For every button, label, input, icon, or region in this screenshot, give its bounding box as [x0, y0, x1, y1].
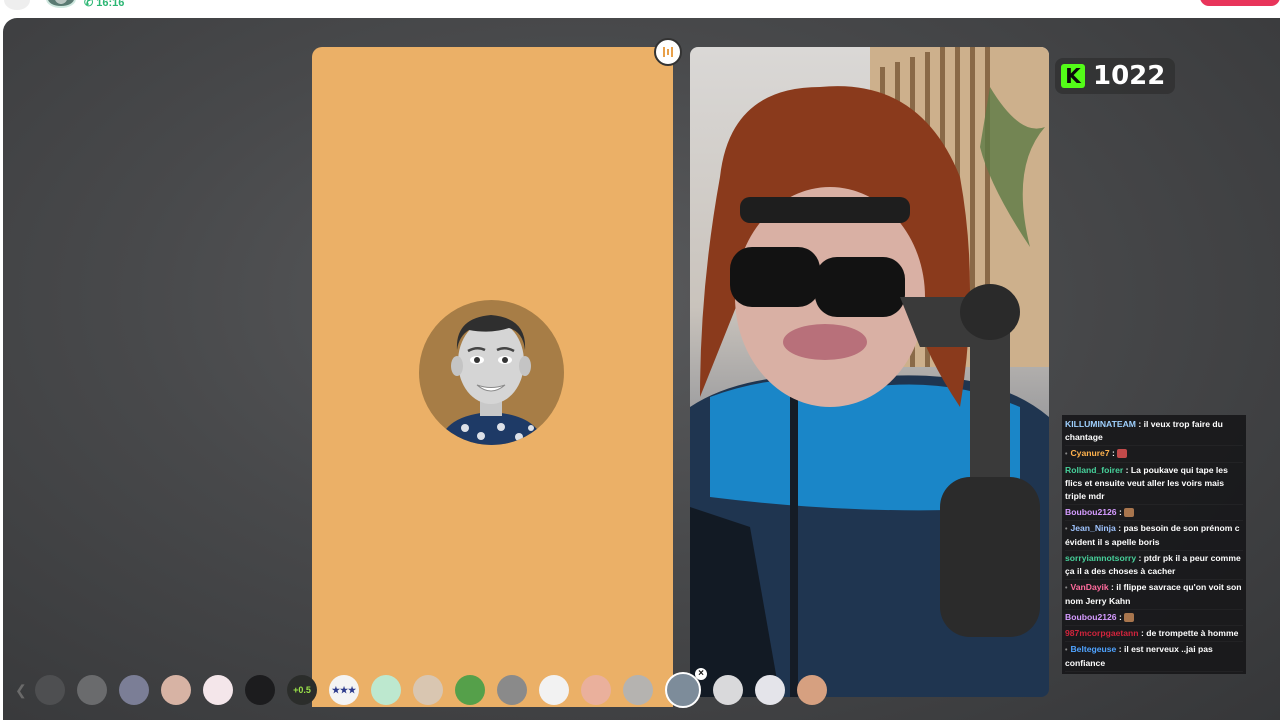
face-filter-17[interactable]	[713, 675, 743, 705]
phone-icon: ✆	[84, 0, 94, 9]
viewer-count: 1022	[1093, 61, 1166, 91]
back-button[interactable]	[4, 0, 30, 10]
face-filter-11[interactable]	[455, 675, 485, 705]
face-filter-6[interactable]	[245, 675, 275, 705]
kick-logo-icon: K	[1061, 64, 1085, 88]
face-filter-1[interactable]	[35, 675, 65, 705]
chat-message: KILLUMINATEAM : il veux trop faire du ch…	[1065, 417, 1243, 446]
face-filter-10[interactable]	[413, 675, 443, 705]
emote-sticker-icon	[1116, 449, 1127, 459]
face-filter-7[interactable]: +0.5	[287, 675, 317, 705]
face-filter-5[interactable]	[203, 675, 233, 705]
streamer-video-frame	[690, 47, 1049, 697]
chat-message: Boubou2126 :	[1065, 505, 1243, 521]
chat-username[interactable]: Beltegeuse	[1070, 644, 1116, 654]
chat-message: • Cyanure7 :	[1065, 446, 1243, 463]
chat-overlay: KILLUMINATEAM : il veux trop faire du ch…	[1062, 415, 1246, 674]
face-filter-3[interactable]	[119, 675, 149, 705]
face-filter-14[interactable]	[581, 675, 611, 705]
filter-label: ★★★	[331, 684, 357, 695]
emote-sticker-icon	[1123, 613, 1134, 623]
scroll-left-icon[interactable]: ❮	[15, 682, 27, 699]
chat-username[interactable]: Boubou2126	[1065, 612, 1117, 622]
chat-text: :	[1116, 612, 1122, 622]
swap-icon	[663, 47, 673, 57]
chat-text: :	[1116, 507, 1122, 517]
face-filter-9[interactable]	[371, 675, 401, 705]
end-call-button[interactable]	[1200, 0, 1280, 6]
call-stage: K 1022 KILLUMINATEAM : il veux trop fair…	[3, 18, 1280, 720]
chat-message: Boubou2126 :	[1065, 610, 1243, 626]
chat-message: Rolland_foirer : La poukave qui tape les…	[1065, 463, 1243, 505]
chat-username[interactable]: 987mcorpgaetann	[1065, 628, 1139, 638]
chat-message: • Beltegeuse : il est nerveux ..jai pas c…	[1065, 642, 1243, 672]
call-duration: 16:16	[96, 0, 125, 9]
emote-sticker-icon	[1123, 508, 1134, 518]
webcam-video-feed	[690, 47, 1049, 697]
kick-viewer-badge: K 1022	[1055, 58, 1176, 94]
user-badge-icon: •	[1065, 451, 1068, 458]
user-badge-icon: •	[1065, 585, 1068, 592]
user-badge-icon: •	[1065, 647, 1068, 654]
chat-text: :	[1109, 448, 1115, 458]
chat-message: • VanDayik : il flippe savrace qu'on voit…	[1065, 580, 1243, 610]
chat-username[interactable]: VanDayik	[1070, 582, 1108, 592]
memoji-avatar	[419, 300, 564, 445]
caller-avatar[interactable]	[46, 0, 76, 8]
face-filter-2[interactable]	[77, 675, 107, 705]
face-filter-8[interactable]: ★★★	[329, 675, 359, 705]
chat-username[interactable]: sorryiamnotsorry	[1065, 553, 1136, 563]
filter-label: +0.5	[293, 685, 311, 695]
chat-username[interactable]: Boubou2126	[1065, 507, 1117, 517]
face-filter-12[interactable]	[497, 675, 527, 705]
chat-username[interactable]: KILLUMINATEAM	[1065, 419, 1136, 429]
chat-text: : de trompette à homme	[1138, 628, 1239, 638]
avatar-illustration	[439, 315, 544, 445]
remove-filter-icon[interactable]: ×	[695, 668, 707, 680]
face-filter-16[interactable]: ×	[665, 668, 707, 708]
chat-username[interactable]: Jean_Ninja	[1070, 523, 1115, 533]
remote-avatar-panel	[312, 47, 673, 707]
chat-username[interactable]: Rolland_foirer	[1065, 465, 1123, 475]
call-status: ✆ 16:16	[84, 0, 124, 9]
chat-username[interactable]: Cyanure7	[1070, 448, 1109, 458]
chat-message: 987mcorpgaetann : de trompette à homme	[1065, 626, 1243, 642]
face-filter-4[interactable]	[161, 675, 191, 705]
face-filter-13[interactable]	[539, 675, 569, 705]
face-filter-19[interactable]	[797, 675, 827, 705]
top-bar: ✆ 16:16	[0, 0, 1280, 18]
user-badge-icon: •	[1065, 526, 1068, 533]
face-filter-bar: ❮ +0.5 ★★★ ×	[15, 668, 827, 708]
face-filter-18[interactable]	[755, 675, 785, 705]
face-filter-15[interactable]	[623, 675, 653, 705]
chat-message: • Jean_Ninja : pas besoin de son prénom c…	[1065, 521, 1243, 551]
swap-layout-button[interactable]	[654, 38, 682, 66]
chat-message: sorryiamnotsorry : ptdr pk il a peur com…	[1065, 551, 1243, 580]
